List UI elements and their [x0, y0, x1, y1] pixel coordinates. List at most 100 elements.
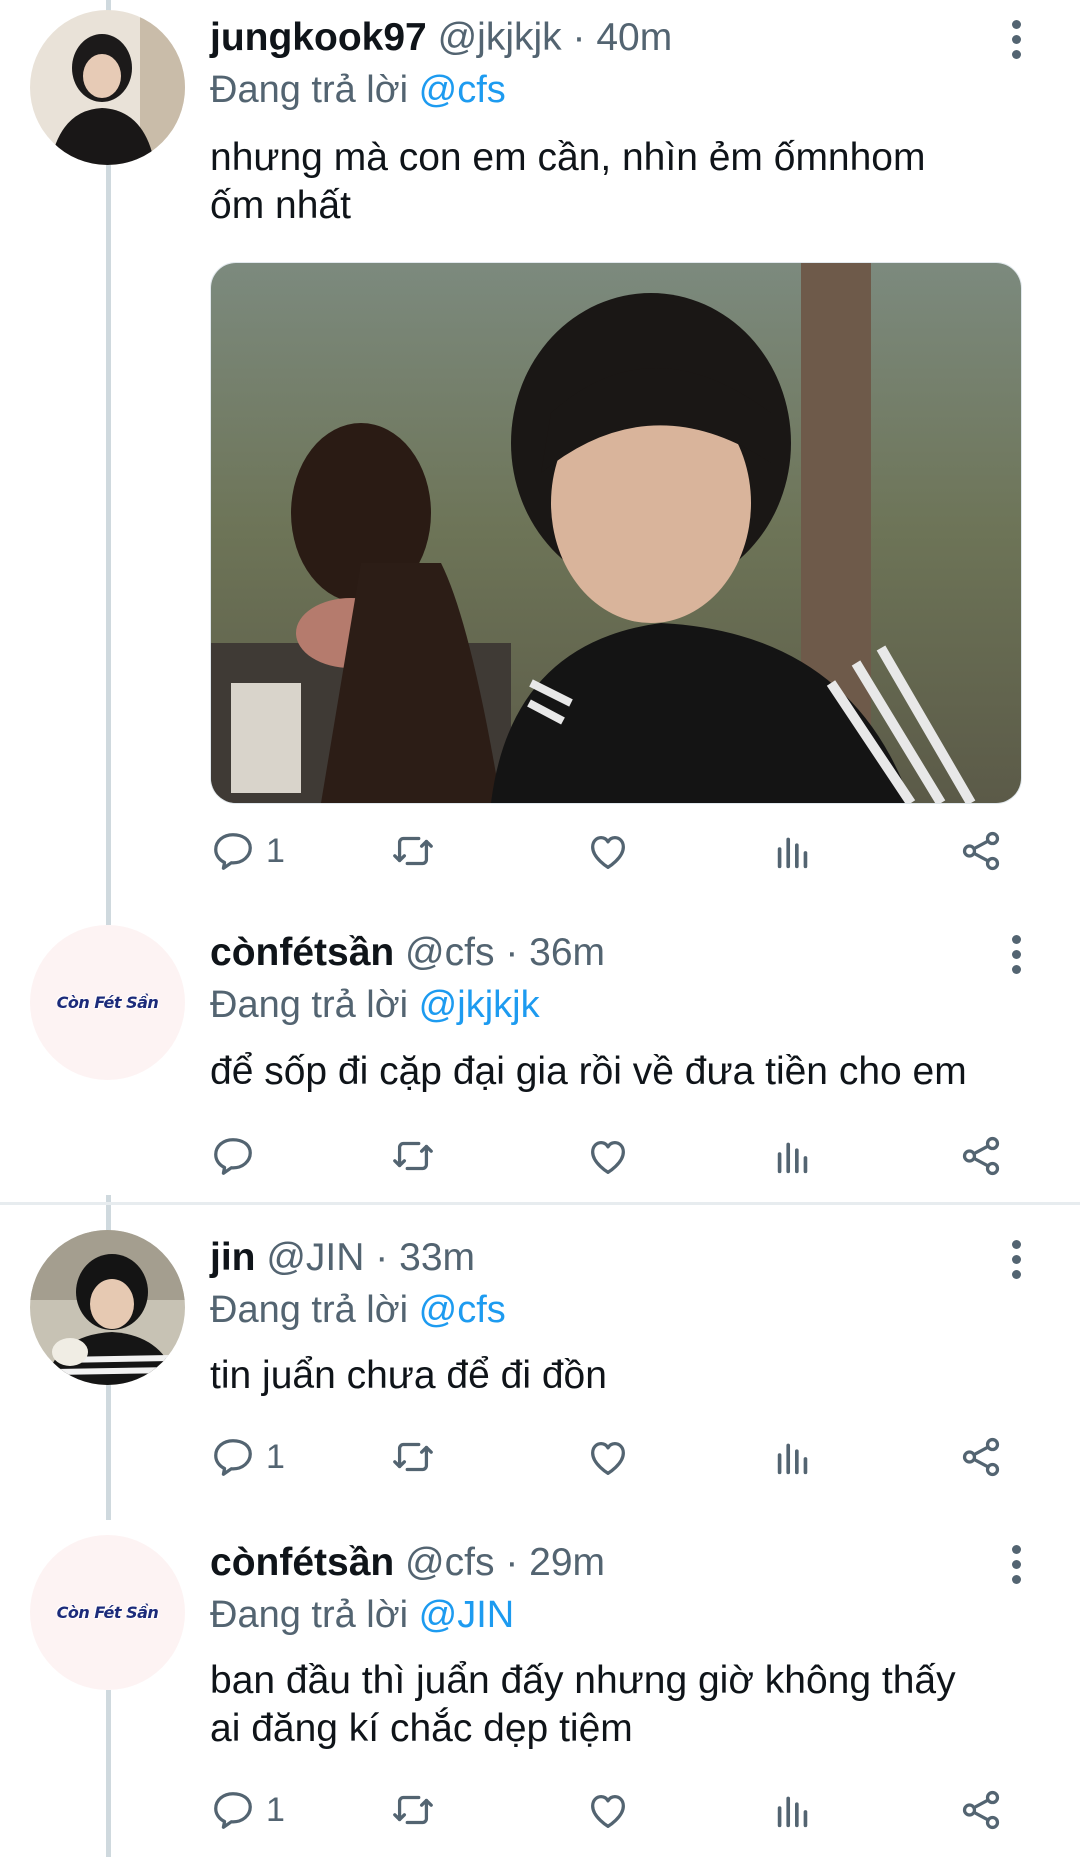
timestamp[interactable]: 29m: [529, 1541, 605, 1584]
more-vertical-icon[interactable]: [1000, 14, 1032, 64]
avatar[interactable]: [30, 10, 185, 165]
like-button[interactable]: [585, 826, 631, 876]
retweet-button[interactable]: [390, 826, 436, 876]
avatar[interactable]: [30, 1230, 185, 1385]
tweet-header: jungkook97 @jkjkjk · 40m: [210, 14, 672, 62]
like-button[interactable]: [585, 1131, 631, 1181]
separator-dot: ·: [505, 1541, 519, 1584]
views-icon: [777, 1796, 808, 1828]
views-icon: [777, 837, 808, 869]
user-handle[interactable]: @cfs: [405, 1541, 494, 1584]
display-name[interactable]: cònfétsần: [210, 931, 394, 974]
mention-link[interactable]: @jkjkjk: [419, 984, 540, 1026]
heart-icon: [591, 835, 625, 869]
more-vertical-icon[interactable]: [1000, 1234, 1032, 1284]
views-button[interactable]: [770, 826, 816, 876]
tweet-text-line: ốm nhất: [210, 184, 351, 227]
share-icon: [962, 831, 1000, 871]
more-vertical-icon[interactable]: [1000, 1539, 1032, 1589]
tweet-actions: 1: [210, 1432, 1020, 1482]
reply-button[interactable]: [210, 1131, 266, 1181]
views-button[interactable]: [770, 1131, 816, 1181]
display-name[interactable]: jin: [210, 1236, 256, 1279]
avatar-image: [30, 1230, 185, 1385]
share-button[interactable]: [958, 1785, 1004, 1835]
timestamp[interactable]: 36m: [529, 931, 605, 974]
user-handle[interactable]: @cfs: [405, 931, 494, 974]
reply-button[interactable]: 1: [210, 826, 285, 876]
mention-link[interactable]: @cfs: [419, 69, 506, 111]
reply-button[interactable]: 1: [210, 1432, 285, 1482]
tweet[interactable]: Còn Fét Sần cònfétsần @cfs · 36m Đang tr…: [0, 925, 1080, 1200]
views-icon: [777, 1443, 808, 1475]
avatar[interactable]: Còn Fét Sần: [30, 1535, 185, 1690]
share-button[interactable]: [958, 826, 1004, 876]
retweet-button[interactable]: [390, 1131, 436, 1181]
mention-link[interactable]: @JIN: [419, 1594, 515, 1636]
tweet-header: jin @JIN · 33m: [210, 1234, 475, 1282]
replying-to-label: Đang trả lời: [210, 1594, 409, 1636]
display-name[interactable]: cònfétsần: [210, 1541, 394, 1584]
tweet-actions: 1: [210, 826, 1020, 876]
tweet-text-line: nhưng mà con em cần, nhìn ẻm ốmnhom: [210, 136, 926, 179]
user-handle[interactable]: @JIN: [266, 1236, 364, 1279]
reply-icon: [214, 1792, 252, 1829]
timestamp[interactable]: 40m: [596, 16, 672, 59]
like-button[interactable]: [585, 1432, 631, 1482]
replying-to: Đang trả lời @cfs: [210, 1286, 506, 1334]
tweet-text: tin juẩn chưa để đi đồn: [210, 1352, 1030, 1400]
reply-count: 1: [266, 831, 285, 870]
share-icon: [962, 1136, 1000, 1176]
avatar-logo-text: Còn Fét Sần: [56, 993, 159, 1012]
like-button[interactable]: [585, 1785, 631, 1835]
tweet[interactable]: Còn Fét Sần cònfétsần @cfs · 29m Đang tr…: [0, 1535, 1080, 1857]
tweet-photo[interactable]: [210, 262, 1022, 804]
share-button[interactable]: [958, 1131, 1004, 1181]
share-icon: [962, 1437, 1000, 1477]
retweet-button[interactable]: [390, 1432, 436, 1482]
tweet-text-line: để sốp đi cặp đại gia rồi về đưa tiền ch…: [210, 1050, 967, 1093]
reply-count: 1: [266, 1790, 285, 1829]
separator-dot: ·: [505, 931, 519, 974]
avatar-image: [30, 10, 185, 165]
reply-count: 1: [266, 1437, 285, 1476]
replying-to-label: Đang trả lời: [210, 984, 409, 1026]
separator-dot: ·: [375, 1236, 389, 1279]
replying-to-label: Đang trả lời: [210, 1289, 409, 1331]
tweet-header: cònfétsần @cfs · 29m: [210, 1539, 605, 1587]
avatar[interactable]: Còn Fét Sần: [30, 925, 185, 1080]
retweet-icon: [393, 1795, 433, 1825]
tweet-text: để sốp đi cặp đại gia rồi về đưa tiền ch…: [210, 1048, 1030, 1096]
reply-button[interactable]: 1: [210, 1785, 285, 1835]
retweet-button[interactable]: [390, 1785, 436, 1835]
retweet-icon: [393, 1141, 433, 1171]
separator-dot: ·: [572, 16, 586, 59]
tweet-text-line: tin juẩn chưa để đi đồn: [210, 1354, 607, 1397]
timestamp[interactable]: 33m: [399, 1236, 475, 1279]
thread-divider: [0, 1202, 1080, 1205]
tweet-text-line: ai đăng kí chắc dẹp tiệm: [210, 1707, 633, 1750]
tweet-actions: [210, 1131, 1020, 1181]
tweet[interactable]: jungkook97 @jkjkjk · 40m Đang trả lời @c…: [0, 0, 1080, 900]
mention-link[interactable]: @cfs: [419, 1289, 506, 1331]
views-button[interactable]: [770, 1432, 816, 1482]
retweet-icon: [393, 1442, 433, 1472]
replying-to: Đang trả lời @JIN: [210, 1591, 514, 1639]
replying-to: Đang trả lời @cfs: [210, 66, 506, 114]
more-vertical-icon[interactable]: [1000, 929, 1032, 979]
avatar-logo-text: Còn Fét Sần: [56, 1603, 159, 1622]
display-name[interactable]: jungkook97: [210, 16, 427, 59]
heart-icon: [591, 1441, 625, 1475]
tweet-text: ban đầu thì juẩn đấy nhưng giờ không thấ…: [210, 1657, 1030, 1753]
views-button[interactable]: [770, 1785, 816, 1835]
heart-icon: [591, 1794, 625, 1828]
tweet-text-line: ban đầu thì juẩn đấy nhưng giờ không thấ…: [210, 1659, 956, 1702]
replying-to-label: Đang trả lời: [210, 69, 409, 111]
tweet[interactable]: jin @JIN · 33m Đang trả lời @cfs tin juẩ…: [0, 1230, 1080, 1530]
share-button[interactable]: [958, 1432, 1004, 1482]
user-handle[interactable]: @jkjkjk: [438, 16, 562, 59]
replying-to: Đang trả lời @jkjkjk: [210, 981, 540, 1029]
tweet-text: nhưng mà con em cần, nhìn ẻm ốmnhom ốm n…: [210, 134, 1030, 230]
reply-icon: [214, 833, 252, 870]
retweet-icon: [393, 836, 433, 866]
